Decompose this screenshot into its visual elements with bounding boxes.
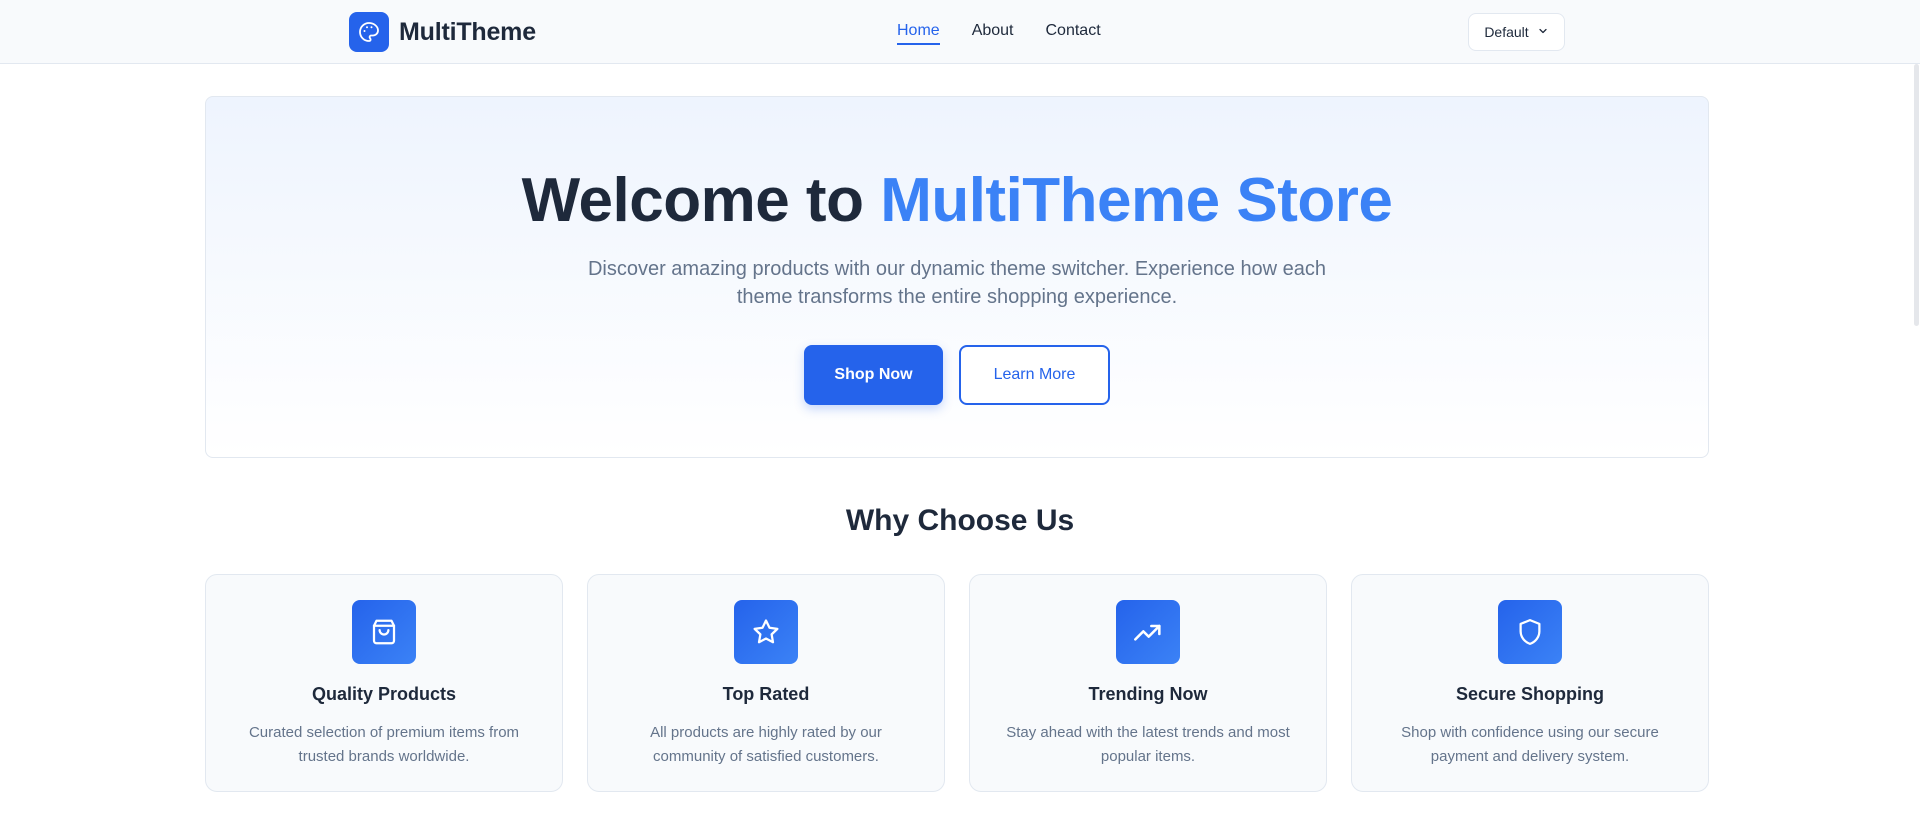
features-section-title: Why Choose Us: [845, 504, 1075, 537]
feature-title: Quality Products: [311, 684, 457, 704]
shop-now-button[interactable]: Shop Now: [804, 345, 943, 405]
shopping-bag-icon: [352, 600, 416, 664]
feature-card-quality-products: Quality Products Curated selection of pr…: [205, 574, 563, 792]
shield-icon: [1498, 600, 1562, 664]
learn-more-button[interactable]: Learn More: [959, 345, 1110, 405]
page: MultiTheme Home About Contact Default We…: [0, 0, 1920, 830]
chevron-down-icon: [1537, 24, 1549, 40]
feature-title: Top Rated: [722, 684, 810, 704]
feature-card-trending-now: Trending Now Stay ahead with the latest …: [969, 574, 1327, 792]
palette-icon: [349, 12, 389, 52]
feature-title: Trending Now: [1088, 684, 1208, 704]
feature-card-top-rated: Top Rated All products are highly rated …: [587, 574, 945, 792]
feature-description: Curated selection of premium items from …: [248, 724, 520, 765]
feature-description: Shop with confidence using our secure pa…: [1401, 724, 1659, 765]
nav-link-about[interactable]: About: [972, 22, 1014, 45]
top-navigation-bar: MultiTheme Home About Contact Default: [0, 0, 1920, 64]
feature-card-secure-shopping: Secure Shopping Shop with confidence usi…: [1351, 574, 1709, 792]
hero-title-accent: MultiTheme Store: [880, 166, 1393, 235]
theme-selector-value: Default: [1484, 24, 1529, 40]
hero-subtitle: Discover amazing products with our dynam…: [587, 258, 1327, 308]
hero-title-prefix: Welcome to: [521, 166, 881, 235]
trending-up-icon: [1116, 600, 1180, 664]
hero-section: Welcome to MultiTheme Store Discover ama…: [205, 96, 1709, 458]
features-grid: Quality Products Curated selection of pr…: [205, 574, 1709, 792]
nav-link-home[interactable]: Home: [897, 22, 940, 45]
nav-link-contact[interactable]: Contact: [1046, 22, 1101, 45]
star-icon: [734, 600, 798, 664]
hero-actions: Shop Now Learn More: [206, 345, 1708, 405]
scrollbar-thumb[interactable]: [1914, 64, 1919, 326]
main-nav: Home About Contact: [897, 22, 1101, 45]
brand-logo[interactable]: MultiTheme: [349, 12, 536, 52]
feature-description: All products are highly rated by our com…: [650, 724, 882, 765]
feature-description: Stay ahead with the latest trends and mo…: [1006, 724, 1290, 765]
feature-title: Secure Shopping: [1455, 684, 1605, 704]
theme-selector-dropdown[interactable]: Default: [1468, 13, 1565, 51]
brand-name: MultiTheme: [399, 17, 536, 46]
hero-title: Welcome to MultiTheme Store: [206, 163, 1708, 239]
